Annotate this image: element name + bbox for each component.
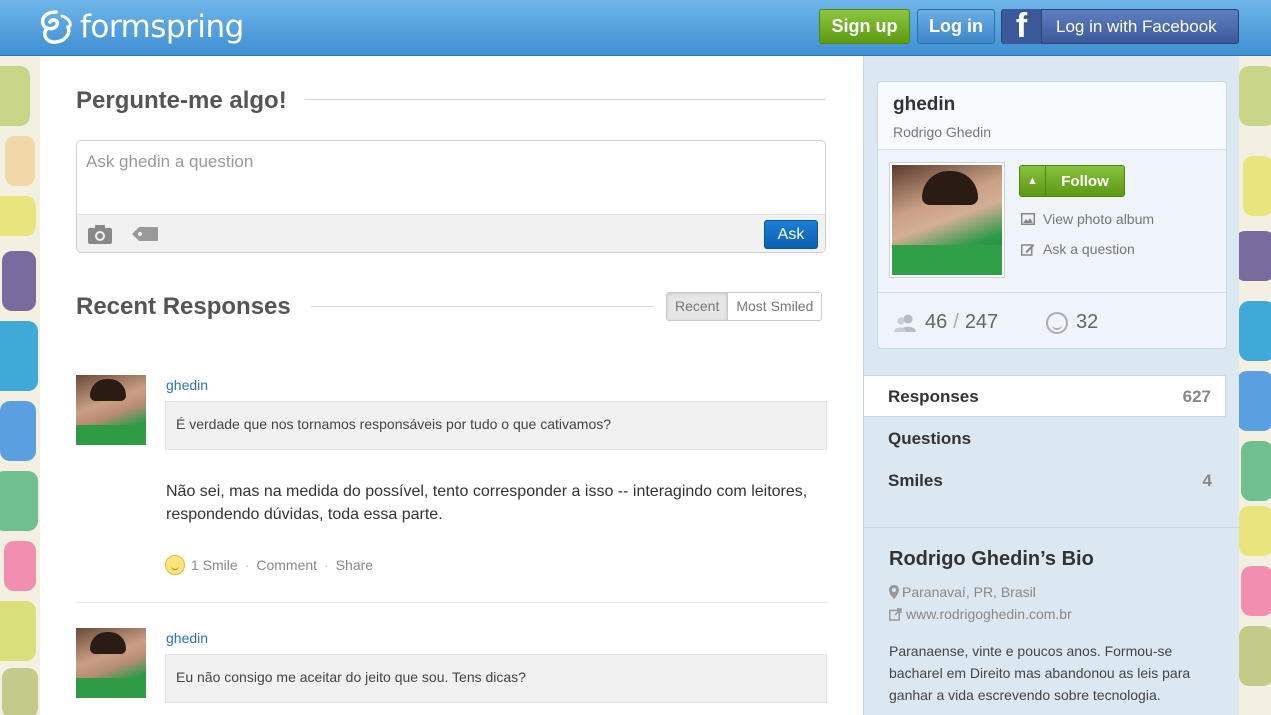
tab-questions-label: Questions [888,429,972,448]
facebook-login-label: Log in with Facebook [1056,16,1217,36]
profile-username: ghedin [893,94,956,115]
share-link[interactable]: Share [336,557,373,573]
smile-count-link[interactable]: 1 Smile [191,557,238,573]
follow-button[interactable]: ▲ Follow [1019,165,1125,197]
separator-dot: · [324,557,329,573]
smile-stats[interactable]: 32 [1046,311,1098,334]
right-decorative-pattern [1239,56,1271,715]
logo-text: formspring [80,9,244,45]
tab-responses-label: Responses [888,387,979,406]
response-username-link[interactable]: ghedin [166,377,208,393]
avatar[interactable] [76,628,146,698]
smiley-icon [1046,311,1068,334]
ask-section-title: Pergunte-me algo! [76,87,287,114]
external-link-icon [889,607,902,621]
profile-stats: 46 / 247 32 [878,292,1226,350]
avatar[interactable] [76,375,146,445]
view-photo-album-link[interactable]: View photo album [1021,211,1154,227]
profile-header: ghedin Rodrigo Ghedin [878,82,1226,150]
response-question: Eu não consigo me aceitar do jeito que s… [165,654,827,703]
bio-location: Paranavaí, PR, Brasil [889,584,1036,600]
bio-divider [864,527,1240,528]
log-in-button[interactable]: Log in [917,9,995,44]
view-photo-album-label: View photo album [1043,211,1155,227]
ask-question-input[interactable]: Ask ghedin a question [86,152,253,172]
tab-questions[interactable]: Questions [864,418,1226,460]
tab-smiles-count: 4 [1202,471,1212,490]
recent-responses-title: Recent Responses [76,293,291,320]
profile-sidebar: ghedin Rodrigo Ghedin ▲ Follow View phot… [863,56,1240,715]
profile-photo-image [892,165,1002,275]
left-decorative-pattern [0,56,40,715]
profile-photo[interactable] [889,162,1005,278]
follow-stats[interactable]: 46 / 247 [893,311,998,334]
tag-icon[interactable] [130,225,160,243]
ask-title-divider [305,99,826,100]
follow-arrow-icon: ▲ [1020,166,1046,196]
tab-smiles-label: Smiles [888,471,943,490]
ask-a-question-label: Ask a question [1043,241,1135,257]
facebook-login-button[interactable]: f Log in with Facebook [1001,9,1239,44]
separator-dot: · [244,557,250,573]
bio-location-text: Paranavaí, PR, Brasil [902,584,1036,600]
tab-smiles[interactable]: Smiles 4 [864,460,1226,502]
response-answer: Não sei, mas na medida do possível, tent… [166,483,808,523]
profile-fullname: Rodrigo Ghedin [893,124,992,140]
camera-icon[interactable] [87,223,113,245]
response-username-link[interactable]: ghedin [166,630,208,646]
bio-text: Paranaense, vinte e poucos anos. Formou-… [889,643,1191,703]
response-question: É verdade que nos tornamos responsáveis … [165,401,827,450]
comment-link[interactable]: Comment [256,557,317,573]
tab-responses[interactable]: Responses 627 [864,375,1226,417]
bio-website[interactable]: www.rodrigoghedin.com.br [889,606,1072,622]
recent-title-divider [311,306,653,307]
ask-question-box[interactable]: Ask ghedin a question Ask [76,140,826,253]
location-pin-icon [889,585,899,599]
photo-icon [1021,213,1035,225]
profile-card: ghedin Rodrigo Ghedin ▲ Follow View phot… [877,81,1227,349]
response-item: ghedin Eu não consigo me aceitar do jeit… [76,627,828,715]
response-item: ghedin É verdade que nos tornamos respon… [76,374,828,584]
smile-icon[interactable] [165,555,185,575]
people-icon [894,314,916,332]
followers-count: 247 [964,311,999,333]
formspring-logo[interactable]: formspring [38,8,244,46]
sign-up-button[interactable]: Sign up [819,9,910,44]
edit-icon [1021,243,1035,256]
following-count: 46 [925,311,948,333]
stat-separator: / [953,311,959,333]
bio-website-link[interactable]: www.rodrigoghedin.com.br [906,606,1072,622]
smiles-count: 32 [1076,311,1099,333]
response-actions: 1 Smile · Comment · Share [165,555,373,575]
ask-toolbar: Ask [77,214,825,252]
formspring-logo-icon [40,10,72,44]
ask-a-question-link[interactable]: Ask a question [1021,241,1135,257]
follow-label: Follow [1061,172,1109,190]
response-divider [76,602,828,603]
ask-button[interactable]: Ask [764,220,818,249]
sort-most-smiled-tab[interactable]: Most Smiled [728,293,822,320]
sort-recent-tab[interactable]: Recent [667,293,729,320]
top-navigation-bar: formspring Sign up Log in f Log in with … [0,0,1271,56]
response-sort-toggle: Recent Most Smiled [666,292,823,321]
tab-responses-count: 627 [1182,387,1211,406]
facebook-icon: f [1002,9,1042,44]
main-column: Pergunte-me algo! Ask ghedin a question … [40,56,863,715]
bio-title: Rodrigo Ghedin’s Bio [889,548,1094,570]
